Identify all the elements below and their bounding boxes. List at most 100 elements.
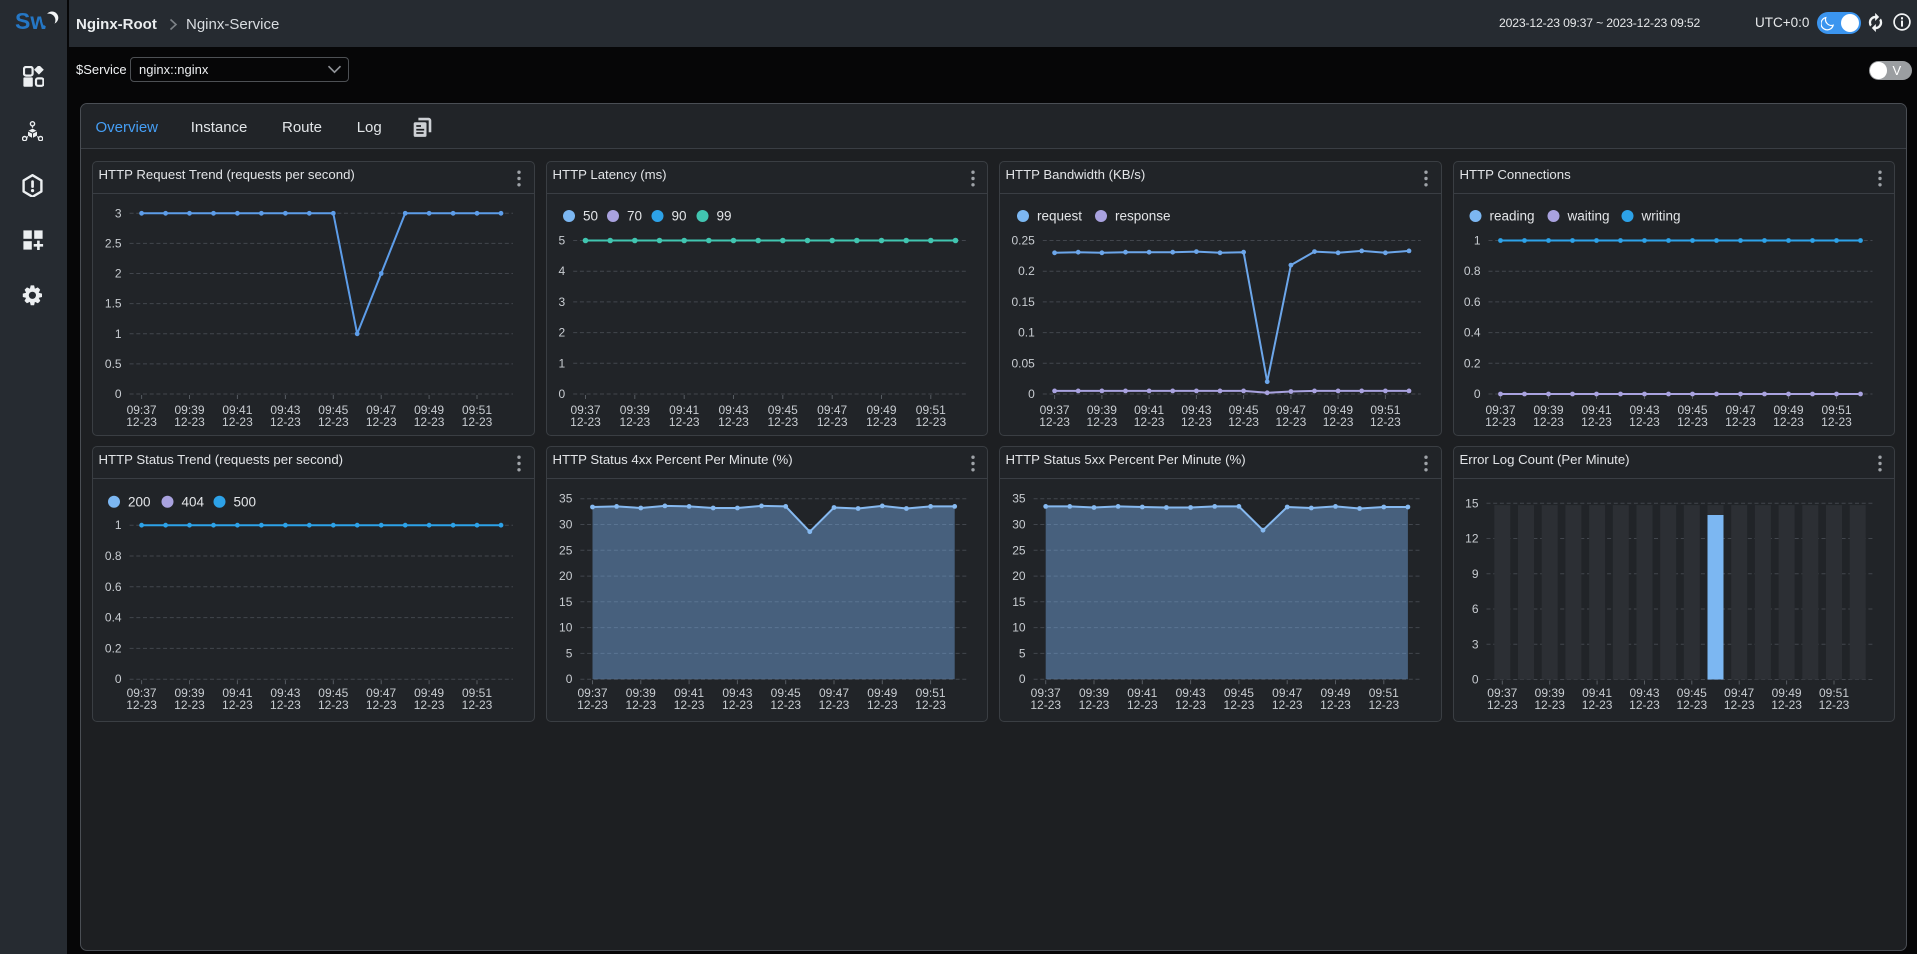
svg-text:0.15: 0.15 bbox=[1011, 294, 1035, 308]
svg-text:25: 25 bbox=[559, 543, 573, 557]
svg-text:12-23: 12-23 bbox=[318, 414, 349, 428]
svg-text:HTTP Latency (ms): HTTP Latency (ms) bbox=[552, 167, 666, 182]
svg-text:12-23: 12-23 bbox=[270, 698, 301, 712]
svg-text:0.2: 0.2 bbox=[1463, 356, 1480, 370]
svg-text:12-23: 12-23 bbox=[1276, 414, 1307, 428]
svg-text:3: 3 bbox=[558, 294, 565, 308]
svg-text:12-23: 12-23 bbox=[770, 698, 801, 712]
svg-text:12-23: 12-23 bbox=[462, 698, 493, 712]
svg-text:12-23: 12-23 bbox=[722, 698, 753, 712]
svg-text:0.4: 0.4 bbox=[1463, 325, 1480, 339]
svg-text:35: 35 bbox=[1012, 492, 1026, 506]
svg-text:5: 5 bbox=[1019, 646, 1026, 660]
svg-text:HTTP Status Trend (requests pe: HTTP Status Trend (requests per second) bbox=[99, 452, 344, 467]
svg-text:0: 0 bbox=[1471, 673, 1478, 687]
svg-text:0: 0 bbox=[115, 672, 122, 686]
svg-text:12-23: 12-23 bbox=[126, 414, 157, 428]
svg-text:12-23: 12-23 bbox=[625, 698, 656, 712]
svg-text:HTTP Status 5xx Percent Per Mi: HTTP Status 5xx Percent Per Minute (%) bbox=[1006, 452, 1246, 467]
svg-text:12-23: 12-23 bbox=[1818, 698, 1849, 712]
svg-text:HTTP Bandwidth (KB/s): HTTP Bandwidth (KB/s) bbox=[1006, 167, 1146, 182]
svg-text:1.5: 1.5 bbox=[105, 296, 122, 310]
svg-text:12-23: 12-23 bbox=[174, 698, 205, 712]
svg-text:25: 25 bbox=[1012, 543, 1026, 557]
svg-text:0.25: 0.25 bbox=[1011, 233, 1035, 247]
svg-text:1: 1 bbox=[558, 356, 565, 370]
svg-text:12-23: 12-23 bbox=[1030, 698, 1061, 712]
svg-text:12-23: 12-23 bbox=[767, 414, 798, 428]
svg-text:12-23: 12-23 bbox=[1087, 414, 1118, 428]
svg-text:12-23: 12-23 bbox=[915, 414, 946, 428]
svg-text:30: 30 bbox=[1012, 518, 1026, 532]
svg-text:12-23: 12-23 bbox=[718, 414, 749, 428]
svg-text:12-23: 12-23 bbox=[1771, 698, 1802, 712]
svg-text:1: 1 bbox=[115, 518, 122, 532]
svg-text:12-23: 12-23 bbox=[1079, 698, 1110, 712]
svg-text:1: 1 bbox=[115, 326, 122, 340]
svg-text:12-23: 12-23 bbox=[1581, 414, 1612, 428]
svg-text:0: 0 bbox=[1028, 387, 1035, 401]
svg-text:12-23: 12-23 bbox=[1134, 414, 1165, 428]
svg-text:500: 500 bbox=[234, 494, 257, 509]
svg-text:12-23: 12-23 bbox=[1323, 414, 1354, 428]
svg-text:12-23: 12-23 bbox=[174, 414, 205, 428]
svg-text:HTTP Status 4xx Percent Per Mi: HTTP Status 4xx Percent Per Minute (%) bbox=[552, 452, 792, 467]
svg-text:12-23: 12-23 bbox=[1533, 414, 1564, 428]
svg-text:12-23: 12-23 bbox=[915, 698, 946, 712]
svg-text:12-23: 12-23 bbox=[1725, 414, 1756, 428]
svg-text:20: 20 bbox=[1012, 569, 1026, 583]
svg-text:0.5: 0.5 bbox=[105, 356, 122, 370]
svg-text:12-23: 12-23 bbox=[1773, 414, 1804, 428]
svg-text:12-23: 12-23 bbox=[1127, 698, 1158, 712]
svg-text:404: 404 bbox=[182, 494, 205, 509]
svg-text:12-23: 12-23 bbox=[1821, 414, 1852, 428]
svg-text:12-23: 12-23 bbox=[577, 698, 608, 712]
svg-text:12-23: 12-23 bbox=[1181, 414, 1212, 428]
svg-text:12-23: 12-23 bbox=[318, 698, 349, 712]
svg-text:10: 10 bbox=[1012, 621, 1026, 635]
svg-text:6: 6 bbox=[1471, 602, 1478, 616]
svg-text:waiting: waiting bbox=[1566, 208, 1609, 223]
svg-text:0.6: 0.6 bbox=[1463, 294, 1480, 308]
svg-text:0: 0 bbox=[558, 387, 565, 401]
svg-text:2.5: 2.5 bbox=[105, 236, 122, 250]
svg-text:12-23: 12-23 bbox=[222, 414, 253, 428]
svg-text:15: 15 bbox=[559, 595, 573, 609]
svg-text:HTTP Request Trend (requests p: HTTP Request Trend (requests per second) bbox=[99, 167, 355, 182]
svg-text:12-23: 12-23 bbox=[366, 414, 397, 428]
svg-text:2: 2 bbox=[558, 325, 565, 339]
svg-text:0.4: 0.4 bbox=[105, 611, 122, 625]
svg-text:12-23: 12-23 bbox=[1228, 414, 1259, 428]
svg-text:30: 30 bbox=[559, 518, 573, 532]
svg-text:12-23: 12-23 bbox=[866, 414, 897, 428]
svg-text:12-23: 12-23 bbox=[866, 698, 897, 712]
svg-text:70: 70 bbox=[627, 208, 642, 223]
svg-text:10: 10 bbox=[559, 621, 573, 635]
svg-text:0.8: 0.8 bbox=[1463, 264, 1480, 278]
svg-text:15: 15 bbox=[1012, 595, 1026, 609]
svg-text:3: 3 bbox=[115, 206, 122, 220]
svg-text:5: 5 bbox=[565, 646, 572, 660]
svg-text:12-23: 12-23 bbox=[270, 414, 301, 428]
svg-text:0.8: 0.8 bbox=[105, 549, 122, 563]
svg-text:35: 35 bbox=[559, 492, 573, 506]
svg-text:12-23: 12-23 bbox=[462, 414, 493, 428]
svg-text:12-23: 12-23 bbox=[222, 698, 253, 712]
svg-text:0: 0 bbox=[565, 672, 572, 686]
svg-text:1: 1 bbox=[1473, 233, 1480, 247]
svg-text:3: 3 bbox=[1471, 637, 1478, 651]
svg-text:200: 200 bbox=[128, 494, 151, 509]
svg-text:reading: reading bbox=[1489, 208, 1534, 223]
svg-text:12-23: 12-23 bbox=[414, 414, 445, 428]
svg-text:15: 15 bbox=[1465, 496, 1479, 510]
svg-text:0: 0 bbox=[115, 387, 122, 401]
svg-text:12-23: 12-23 bbox=[1723, 698, 1754, 712]
svg-text:12-23: 12-23 bbox=[1370, 414, 1401, 428]
svg-text:12-23: 12-23 bbox=[126, 698, 157, 712]
svg-text:12-23: 12-23 bbox=[1581, 698, 1612, 712]
svg-text:12-23: 12-23 bbox=[673, 698, 704, 712]
svg-text:0: 0 bbox=[1019, 672, 1026, 686]
svg-text:response: response bbox=[1115, 208, 1171, 223]
svg-text:12-23: 12-23 bbox=[414, 698, 445, 712]
svg-text:0.6: 0.6 bbox=[105, 580, 122, 594]
